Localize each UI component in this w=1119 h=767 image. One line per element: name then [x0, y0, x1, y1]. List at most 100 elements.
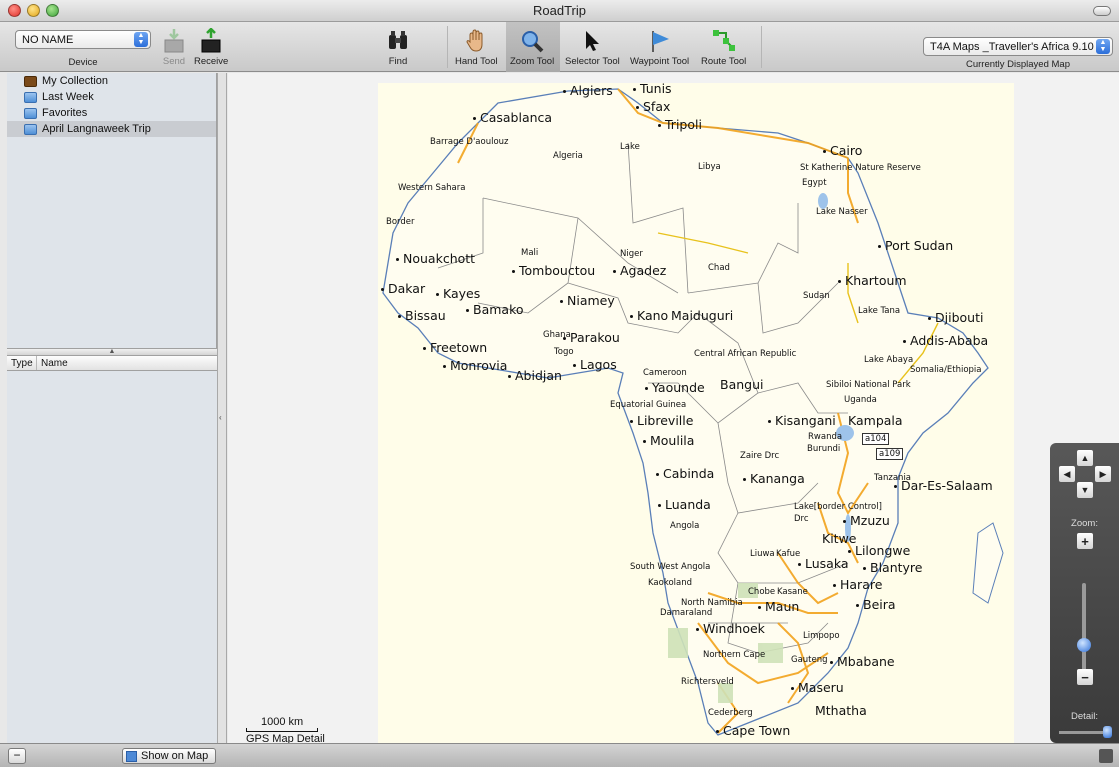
region-label: Kasane: [777, 587, 808, 597]
city-label[interactable]: Monrovia: [443, 358, 507, 373]
city-label[interactable]: Tripoli: [658, 117, 702, 132]
region-label: Lake: [620, 142, 640, 152]
city-label[interactable]: Blantyre: [863, 560, 922, 575]
road-shield: a109: [876, 448, 904, 460]
sidebar-resize-handle[interactable]: ‹: [217, 73, 227, 743]
city-label[interactable]: Agadez: [613, 263, 666, 278]
city-label[interactable]: Bamako: [466, 302, 524, 317]
hand-tool-button[interactable]: Hand Tool: [455, 27, 498, 67]
window-title: RoadTrip: [533, 3, 586, 18]
sidebar-item-last-week[interactable]: Last Week: [7, 89, 216, 105]
sidebar-item-favorites[interactable]: Favorites: [7, 105, 216, 121]
map-view[interactable]: Algiers Tunis Sfax Tripoli Casablanca Ca…: [228, 73, 1119, 745]
region-label: Kafue: [776, 549, 801, 559]
zoom-window-button[interactable]: [46, 4, 59, 17]
pan-right-button[interactable]: ▶: [1095, 466, 1111, 482]
city-label[interactable]: Maseru: [791, 680, 844, 695]
city-label[interactable]: Maun: [758, 599, 799, 614]
find-button[interactable]: Find: [384, 27, 412, 67]
item-list: [7, 371, 217, 743]
minimize-window-button[interactable]: [27, 4, 40, 17]
city-label[interactable]: Nouakchott: [396, 251, 475, 266]
city-label[interactable]: Tunis: [633, 81, 672, 96]
region-label: Lake Tana: [858, 306, 901, 316]
zoom-in-button[interactable]: +: [1077, 533, 1093, 549]
sidebar-item-my-collection[interactable]: My Collection: [7, 73, 216, 89]
city-label[interactable]: Mthatha: [815, 703, 867, 718]
city-label[interactable]: Libreville: [630, 413, 693, 428]
city-label[interactable]: Mbabane: [830, 654, 895, 669]
zoom-slider[interactable]: [1082, 583, 1086, 683]
city-label[interactable]: Moulila: [643, 433, 694, 448]
zoom-slider-knob[interactable]: [1077, 638, 1091, 652]
city-label[interactable]: Windhoek: [696, 621, 765, 636]
close-window-button[interactable]: [8, 4, 21, 17]
city-label[interactable]: Bangui: [720, 377, 764, 392]
selector-tool-button[interactable]: Selector Tool: [565, 27, 620, 67]
city-label[interactable]: Mzuzu: [843, 513, 890, 528]
pan-left-button[interactable]: ◀: [1059, 466, 1075, 482]
city-label[interactable]: Lusaka: [798, 556, 849, 571]
show-on-map-button[interactable]: Show on Map: [122, 748, 216, 764]
city-label[interactable]: Casablanca: [473, 110, 552, 125]
pan-down-button[interactable]: ▼: [1077, 482, 1093, 498]
city-label[interactable]: Djibouti: [928, 310, 983, 325]
receive-button[interactable]: Receive: [194, 27, 228, 67]
city-label[interactable]: Khartoum: [838, 273, 907, 288]
map-canvas[interactable]: Algiers Tunis Sfax Tripoli Casablanca Ca…: [378, 81, 1014, 743]
zoom-tool-button[interactable]: Zoom Tool: [510, 27, 554, 67]
device-label: Device: [68, 57, 98, 68]
column-header-type[interactable]: Type: [7, 356, 37, 370]
city-label[interactable]: Harare: [833, 577, 882, 592]
city-label[interactable]: Beira: [856, 597, 896, 612]
city-label[interactable]: Cabinda: [656, 466, 714, 481]
city-label[interactable]: Niamey: [560, 293, 615, 308]
city-label[interactable]: Kano: [630, 308, 668, 323]
city-label[interactable]: Cape Town: [716, 723, 790, 738]
column-header-name[interactable]: Name: [37, 356, 217, 370]
remove-button[interactable]: −: [8, 748, 26, 764]
city-label[interactable]: Sfax: [636, 99, 670, 114]
city-label[interactable]: Yaounde: [645, 380, 705, 395]
map-select[interactable]: T4A Maps _Traveller's Africa 9.10 ▲ ▼: [923, 37, 1113, 56]
africa-map-shape: [382, 88, 1004, 736]
region-label: Tanzania: [874, 473, 912, 483]
waypoint-tool-button[interactable]: Waypoint Tool: [630, 27, 689, 67]
detail-slider-knob[interactable]: [1103, 726, 1112, 738]
send-button[interactable]: Send: [160, 27, 188, 67]
city-label[interactable]: Bissau: [398, 308, 446, 323]
region-label: Lake Nasser: [816, 207, 868, 217]
city-label[interactable]: Lilongwe: [848, 543, 910, 558]
city-label[interactable]: Kampala: [848, 413, 903, 428]
map-scale: 1000 km GPS Map Detail: [246, 716, 325, 745]
device-select-value: NO NAME: [22, 33, 74, 46]
city-label[interactable]: Port Sudan: [878, 238, 953, 253]
city-label[interactable]: Kananga: [743, 471, 805, 486]
pan-up-button[interactable]: ▲: [1077, 450, 1093, 466]
pane-splitter[interactable]: ▲: [7, 348, 217, 356]
region-label: St Katherine Nature Reserve: [800, 163, 921, 173]
city-label[interactable]: Kisangani: [768, 413, 836, 428]
region-label: Western Sahara: [398, 183, 466, 193]
city-label[interactable]: Lagos: [573, 357, 617, 372]
city-label[interactable]: Cairo: [823, 143, 862, 158]
folder-icon: [24, 91, 37, 103]
region-label: Mali: [521, 248, 539, 258]
city-label[interactable]: Freetown: [423, 340, 487, 355]
sidebar-item-april-trip[interactable]: April Langnaweek Trip: [7, 121, 216, 137]
detail-slider[interactable]: [1059, 731, 1109, 734]
city-label[interactable]: Kayes: [436, 286, 480, 301]
device-select[interactable]: NO NAME ▲ ▼: [15, 30, 151, 49]
route-tool-button[interactable]: Route Tool: [701, 27, 746, 67]
zoom-out-button[interactable]: −: [1077, 669, 1093, 685]
resize-grip-icon[interactable]: [1099, 749, 1113, 763]
city-label[interactable]: Luanda: [658, 497, 711, 512]
city-label[interactable]: Dakar: [381, 281, 425, 296]
city-label[interactable]: Addis-Ababa: [903, 333, 988, 348]
toolbar-toggle-button[interactable]: [1093, 6, 1111, 16]
city-label[interactable]: Tombouctou: [512, 263, 595, 278]
city-label[interactable]: Algiers: [563, 83, 613, 98]
city-label[interactable]: Parakou: [563, 330, 620, 345]
city-label[interactable]: Abidjan: [508, 368, 562, 383]
city-label[interactable]: Maiduguri: [671, 308, 733, 323]
